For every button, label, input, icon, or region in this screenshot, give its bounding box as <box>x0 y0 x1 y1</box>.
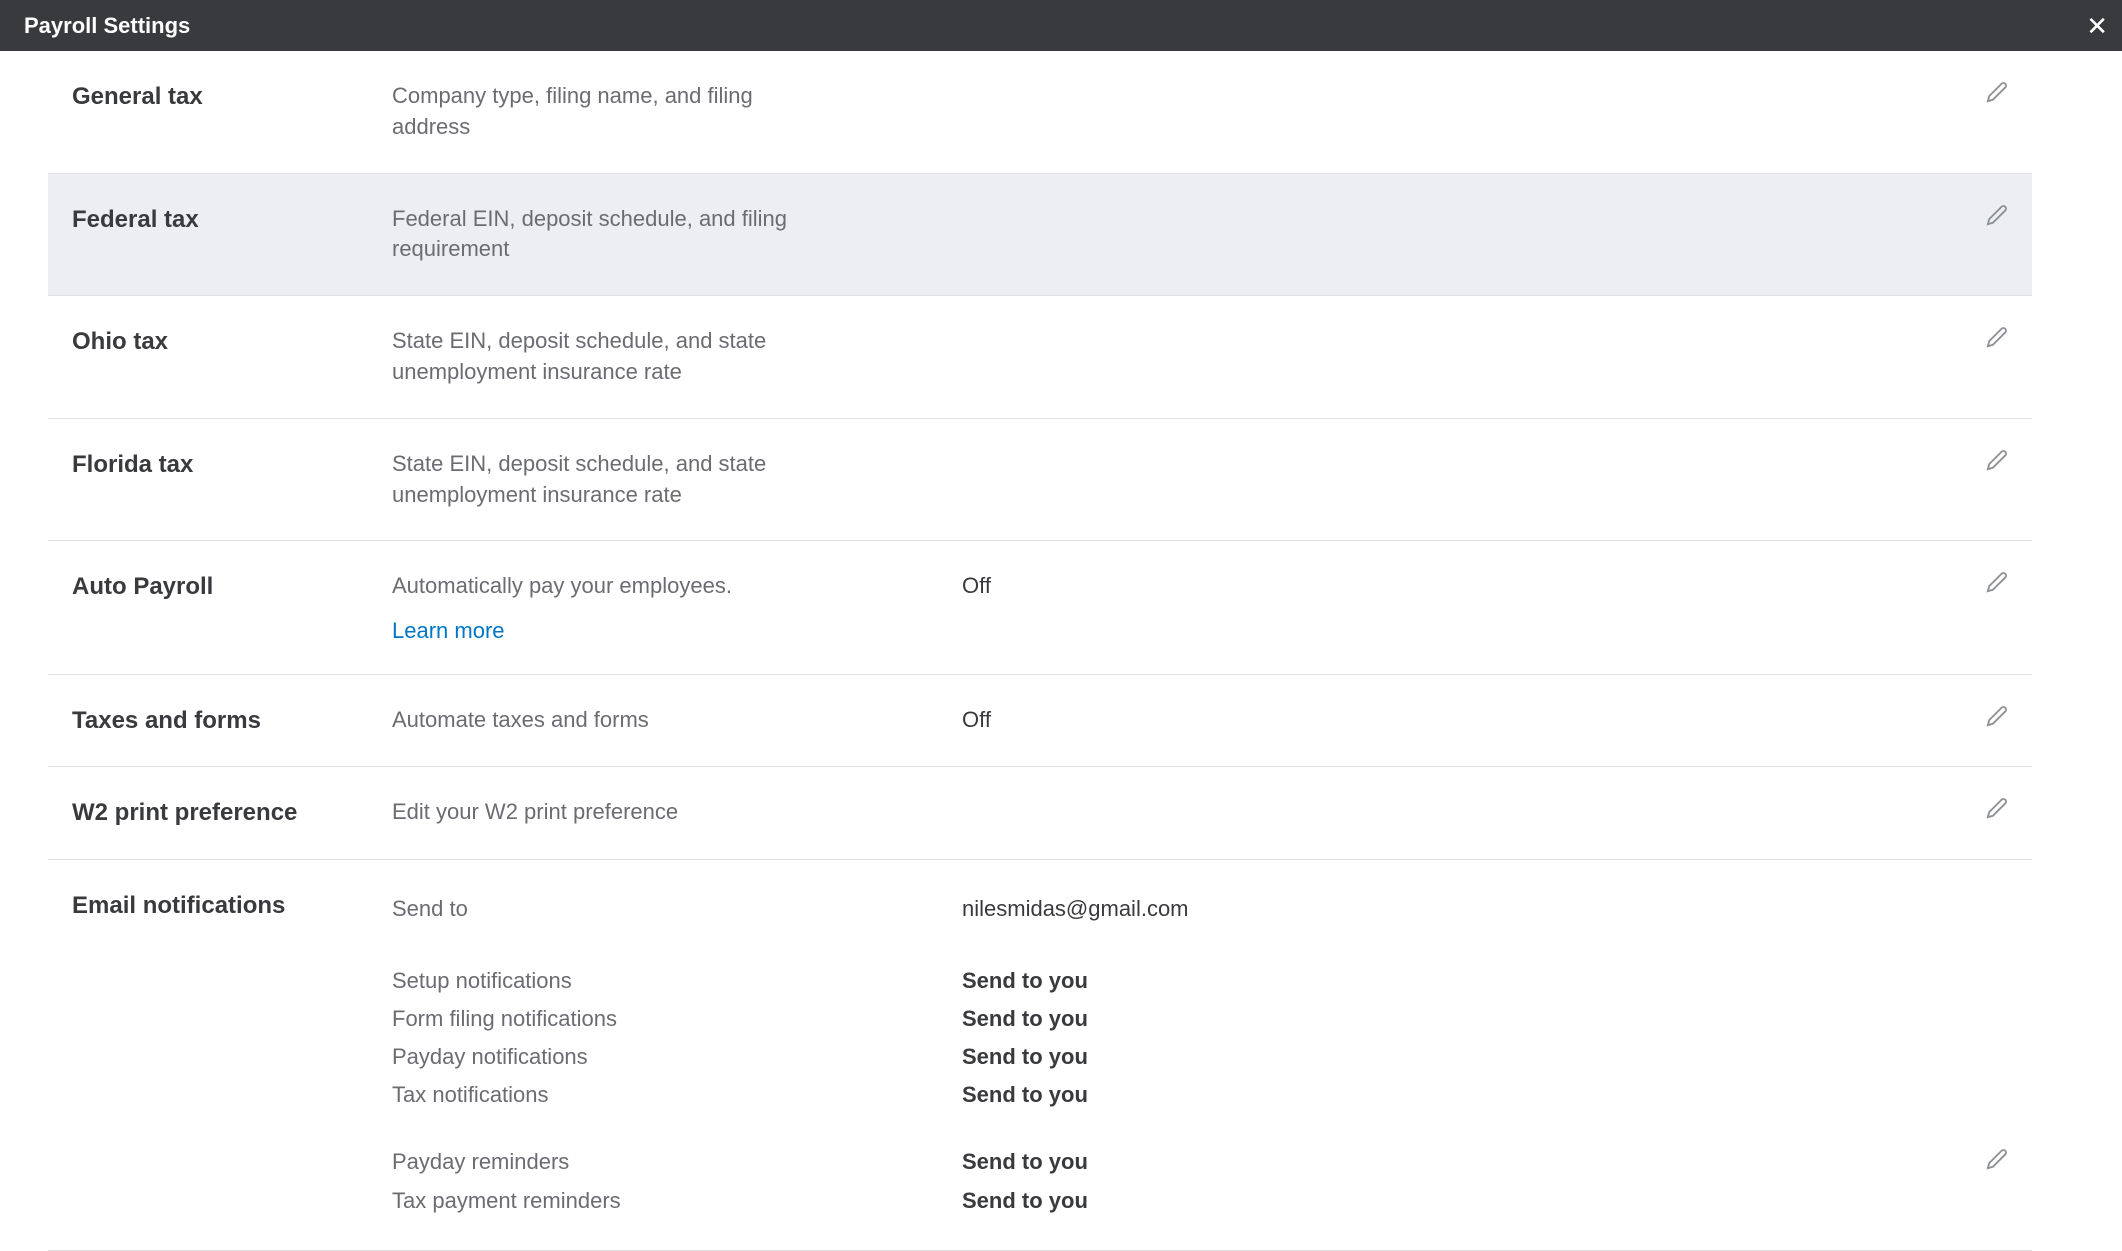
pencil-icon <box>1986 81 2008 103</box>
edit-taxes-forms-button[interactable] <box>1986 705 2008 727</box>
row-taxes-forms: Taxes and forms Automate taxes and forms… <box>48 675 2032 767</box>
close-icon[interactable]: ✕ <box>2086 13 2108 39</box>
notif-tax-notif: Tax notifications Send to you <box>392 1076 2008 1114</box>
page-title: Payroll Settings <box>24 13 190 39</box>
pencil-icon <box>1986 326 2008 348</box>
row-desc-auto-payroll: Automatically pay your employees. <box>392 571 792 602</box>
payday-notif-value: Send to you <box>962 1044 1948 1070</box>
tax-payment-rem-value: Send to you <box>962 1188 1948 1214</box>
row-w2-print: W2 print preference Edit your W2 print p… <box>48 767 2032 859</box>
pencil-icon <box>1986 204 2008 226</box>
tax-notif-label: Tax notifications <box>392 1082 962 1108</box>
notif-form-filing: Form filing notifications Send to you <box>392 1000 2008 1038</box>
header-bar: Payroll Settings ✕ <box>0 0 2122 51</box>
pencil-icon <box>1986 797 2008 819</box>
edit-general-tax-button[interactable] <box>1986 81 2008 103</box>
setup-label: Setup notifications <box>392 968 962 994</box>
pencil-icon <box>1986 449 2008 471</box>
row-federal-tax[interactable]: Federal tax Federal EIN, deposit schedul… <box>48 174 2032 297</box>
edit-florida-tax-button[interactable] <box>1986 449 2008 471</box>
settings-content: General tax Company type, filing name, a… <box>0 51 2080 1251</box>
pencil-icon <box>1986 571 2008 593</box>
notif-send-to: Send to nilesmidas@gmail.com <box>392 890 2008 928</box>
tax-notif-value: Send to you <box>962 1082 1948 1108</box>
notif-tax-payment-rem: Tax payment reminders Send to you <box>392 1182 2008 1220</box>
row-email-notifications: Email notifications Send to nilesmidas@g… <box>48 860 2032 1251</box>
notif-payday-notif: Payday notifications Send to you <box>392 1038 2008 1076</box>
row-general-tax: General tax Company type, filing name, a… <box>48 51 2032 174</box>
row-title-ohio-tax: Ohio tax <box>72 326 392 357</box>
auto-payroll-value: Off <box>962 571 1948 602</box>
row-title-florida-tax: Florida tax <box>72 449 392 480</box>
row-title-w2-print: W2 print preference <box>72 797 392 828</box>
edit-w2-print-button[interactable] <box>1986 797 2008 819</box>
payday-rem-value: Send to you <box>962 1149 1948 1175</box>
send-to-label: Send to <box>392 896 962 922</box>
edit-auto-payroll-button[interactable] <box>1986 571 2008 593</box>
row-title-auto-payroll: Auto Payroll <box>72 571 392 602</box>
row-desc-general-tax: Company type, filing name, and filing ad… <box>392 81 792 143</box>
row-ohio-tax: Ohio tax State EIN, deposit schedule, an… <box>48 296 2032 419</box>
taxes-forms-value: Off <box>962 705 1948 736</box>
form-filing-label: Form filing notifications <box>392 1006 962 1032</box>
notif-setup: Setup notifications Send to you <box>392 962 2008 1000</box>
row-florida-tax: Florida tax State EIN, deposit schedule,… <box>48 419 2032 542</box>
row-title-email-notifications: Email notifications <box>72 890 392 921</box>
send-to-value: nilesmidas@gmail.com <box>962 896 1948 922</box>
row-title-taxes-forms: Taxes and forms <box>72 705 392 736</box>
edit-ohio-tax-button[interactable] <box>1986 326 2008 348</box>
row-desc-w2-print: Edit your W2 print preference <box>392 797 792 828</box>
row-desc-ohio-tax: State EIN, deposit schedule, and state u… <box>392 326 792 388</box>
edit-payday-reminders-button[interactable] <box>1986 1148 2008 1170</box>
setup-value: Send to you <box>962 968 1948 994</box>
payday-rem-label: Payday reminders <box>392 1149 962 1175</box>
row-desc-federal-tax: Federal EIN, deposit schedule, and filin… <box>392 204 792 266</box>
edit-federal-tax-button[interactable] <box>1986 204 2008 226</box>
learn-more-link[interactable]: Learn more <box>392 618 505 644</box>
notif-payday-rem: Payday reminders Send to you <box>392 1142 2008 1182</box>
row-desc-taxes-forms: Automate taxes and forms <box>392 705 792 736</box>
row-title-general-tax: General tax <box>72 81 392 112</box>
form-filing-value: Send to you <box>962 1006 1948 1032</box>
row-title-federal-tax: Federal tax <box>72 204 392 235</box>
row-desc-florida-tax: State EIN, deposit schedule, and state u… <box>392 449 792 511</box>
pencil-icon <box>1986 705 2008 727</box>
row-auto-payroll: Auto Payroll Automatically pay your empl… <box>48 541 2032 675</box>
pencil-icon <box>1986 1148 2008 1170</box>
payday-notif-label: Payday notifications <box>392 1044 962 1070</box>
tax-payment-rem-label: Tax payment reminders <box>392 1188 962 1214</box>
